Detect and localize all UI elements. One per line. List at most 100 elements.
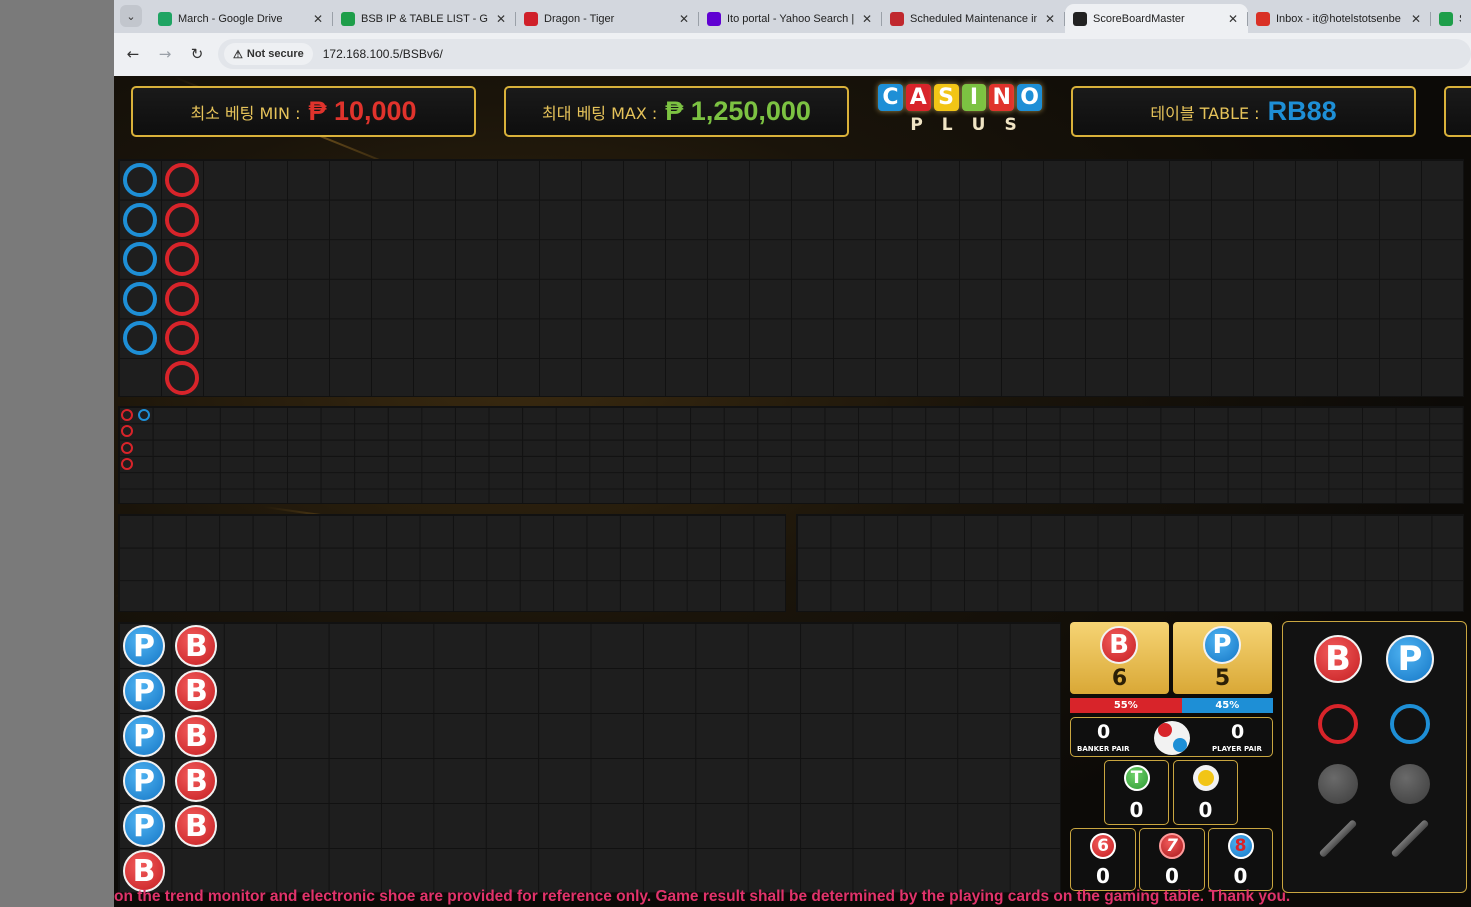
seven-count: 0: [1165, 864, 1179, 888]
logo-letter: S: [1004, 115, 1018, 135]
player-pair-label: PLAYER PAIR: [1212, 745, 1262, 753]
seven-badge: 7: [1159, 833, 1185, 859]
banker-ring-mark: [165, 361, 199, 395]
banker-ring-mark: [165, 321, 199, 356]
tab-strip: ⌄ March - Google Drive ✕ BSB IP & TABLE LI…: [114, 0, 1471, 33]
close-tab-icon[interactable]: ✕: [496, 12, 506, 26]
logo-letter: P: [910, 115, 924, 135]
table-value: RB88: [1267, 96, 1337, 126]
player-ring-mark: [123, 202, 157, 237]
player-ring-mark: [123, 321, 157, 356]
eight-count: 0: [1233, 864, 1248, 888]
google-drive-icon: [158, 11, 172, 26]
banker-bead: B: [175, 715, 218, 757]
sheets-icon: [1439, 11, 1453, 26]
banker-small-ring-mark: [121, 441, 133, 454]
legend-player-ball: P: [1386, 635, 1434, 683]
player-bead: P: [123, 715, 165, 757]
scoreboard-page: 최소 베팅 MIN : ₱ 10,000 최대 베팅 MAX : ₱ 1,250…: [114, 76, 1471, 907]
banker-ring-mark: [165, 242, 199, 277]
security-indicator[interactable]: ⚠ Not secure: [224, 43, 313, 65]
banker-bead: B: [175, 670, 218, 712]
forward-arrow-icon[interactable]: →: [155, 44, 175, 64]
browser-tab[interactable]: SY: [1431, 4, 1471, 33]
six-panel: 6 0: [1070, 828, 1136, 891]
address-bar: ← → ↻ ⚠ Not secure 172.168.100.5/BSBv6/: [114, 33, 1471, 76]
tie-panel: T 0: [1104, 760, 1169, 825]
browser-chrome: ⌄ March - Google Drive ✕ BSB IP & TABLE LI…: [114, 0, 1471, 76]
browser-tab[interactable]: Inbox - it@hotelstotsenbe ✕: [1248, 4, 1431, 33]
extra-panel: [1444, 86, 1471, 137]
cockroach-road-grid: [796, 514, 1464, 612]
banker-small-ring-mark: [121, 425, 133, 438]
banker-ring-mark: [165, 202, 199, 237]
browser-tab[interactable]: Dragon - Tiger ✕: [516, 4, 699, 33]
url-text[interactable]: 172.168.100.5/BSBv6/: [323, 47, 443, 61]
browser-tab[interactable]: Scheduled Maintenance in ✕: [882, 4, 1065, 33]
back-arrow-icon[interactable]: ←: [123, 44, 143, 64]
player-ring-mark: [123, 163, 157, 197]
player-count: 5: [1214, 666, 1231, 691]
browser-tab[interactable]: ScoreBoardMaster ✕: [1065, 4, 1248, 33]
banker-bead: B: [175, 760, 218, 802]
legend-banker-slash: [1318, 819, 1358, 858]
natural-icon: [1192, 765, 1219, 791]
tab-title: March - Google Drive: [178, 12, 283, 25]
gmail-icon: [1256, 11, 1270, 26]
close-tab-icon[interactable]: ✕: [1045, 12, 1055, 26]
player-small-ring-mark: [138, 409, 150, 421]
natural-count: 0: [1198, 798, 1213, 822]
logo-letter: A: [905, 84, 931, 111]
legend-player-ring: [1390, 704, 1430, 744]
close-tab-icon[interactable]: ✕: [1411, 12, 1421, 26]
tie-count: 0: [1129, 798, 1144, 822]
tab-list: March - Google Drive ✕ BSB IP & TABLE LIST…: [150, 4, 1471, 33]
yahoo-icon: [707, 11, 721, 26]
min-bet-value: ₱ 10,000: [308, 96, 417, 126]
scoreboard-icon: [1073, 11, 1087, 26]
browser-tab[interactable]: March - Google Drive ✕: [150, 4, 333, 33]
eight-badge: 8: [1227, 833, 1254, 859]
big-road-grid: [118, 159, 1464, 397]
close-tab-icon[interactable]: ✕: [313, 12, 323, 26]
player-bead: P: [123, 805, 165, 847]
tab-title: Ito portal - Yahoo Search |: [727, 12, 854, 25]
casino-plus-logo: CASINO PLUS: [878, 84, 1042, 144]
browser-tab[interactable]: BSB IP & TABLE LIST - Goo ✕: [333, 4, 516, 33]
browser-tab[interactable]: Ito portal - Yahoo Search | ✕: [699, 4, 882, 33]
player-pair-count: 0: [1231, 721, 1245, 743]
seven-panel: 7 0: [1139, 828, 1205, 891]
logo-letter: C: [878, 84, 903, 111]
close-tab-icon[interactable]: ✕: [862, 12, 872, 26]
banker-ring-mark: [165, 163, 199, 197]
player-badge: P: [1203, 626, 1241, 664]
player-bead: P: [123, 625, 165, 667]
min-bet-label: 최소 베팅 MIN :: [190, 103, 301, 123]
max-bet-panel: 최대 베팅 MAX : ₱ 1,250,000: [504, 86, 849, 137]
logo-letter: L: [941, 115, 954, 135]
small-road-grid: [118, 406, 1464, 504]
win-percentage-bar: 55% 45%: [1070, 698, 1273, 713]
logo-letter: I: [961, 84, 987, 111]
banker-small-ring-mark: [121, 409, 133, 421]
warning-triangle-icon: ⚠: [233, 48, 243, 61]
six-count: 0: [1096, 864, 1110, 888]
legend-player-slash: [1390, 819, 1430, 858]
reload-icon[interactable]: ↻: [187, 44, 207, 64]
banker-bead: B: [123, 850, 165, 892]
legend-banker-dot: [1318, 764, 1358, 804]
player-ring-mark: [123, 242, 157, 277]
close-tab-icon[interactable]: ✕: [1228, 12, 1238, 26]
banker-percent: 55%: [1070, 698, 1182, 713]
player-count-card: P 5: [1173, 622, 1272, 694]
max-bet-value: ₱ 1,250,000: [665, 96, 811, 126]
banker-pair-count: 0: [1097, 721, 1111, 743]
url-field[interactable]: ⚠ Not secure 172.168.100.5/BSBv6/: [218, 39, 1471, 69]
banker-small-ring-mark: [121, 457, 133, 470]
close-tab-icon[interactable]: ✕: [679, 12, 689, 26]
logo-letter: N: [989, 84, 1015, 111]
banker-bead: B: [175, 625, 218, 667]
logo-top-row: CASINO: [878, 84, 1042, 111]
tab-search-chevron-icon[interactable]: ⌄: [120, 5, 142, 27]
eight-panel: 8 0: [1208, 828, 1273, 891]
